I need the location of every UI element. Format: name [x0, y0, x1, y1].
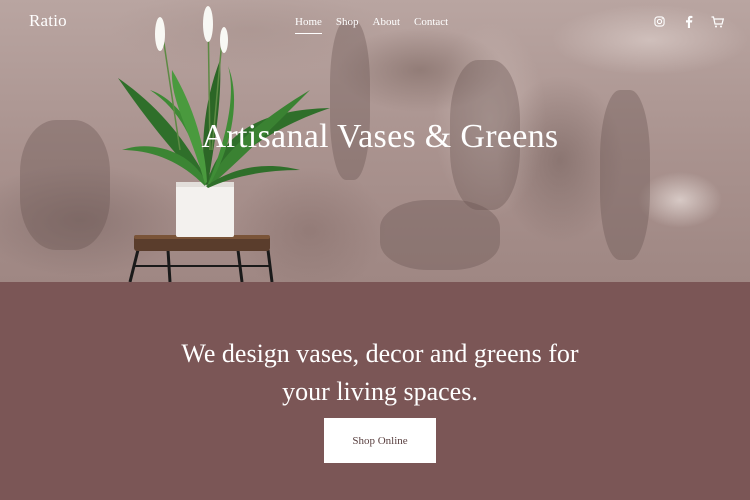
- hero-banner: Ratio Home Shop About Contact Artisanal …: [0, 0, 750, 282]
- shop-online-button[interactable]: Shop Online: [324, 418, 436, 463]
- nav-link-about[interactable]: About: [373, 16, 401, 34]
- hero-title: Artisanal Vases & Greens: [201, 118, 559, 155]
- instagram-icon[interactable]: [653, 15, 666, 28]
- nav-icons: [653, 15, 724, 28]
- intro-tagline-line2: your living spaces.: [282, 377, 478, 406]
- facebook-icon[interactable]: [682, 15, 695, 28]
- intro-tagline-line1: We design vases, decor and greens for: [181, 339, 579, 368]
- nav-link-shop[interactable]: Shop: [336, 16, 359, 34]
- nav-link-contact[interactable]: Contact: [414, 16, 448, 34]
- cart-icon[interactable]: [711, 15, 724, 28]
- top-nav: Ratio Home Shop About Contact: [0, 0, 750, 44]
- wall-texture: [380, 200, 500, 270]
- nav-link-home[interactable]: Home: [295, 16, 322, 34]
- brand-logo[interactable]: Ratio: [29, 11, 67, 31]
- intro-section: We design vases, decor and greens for yo…: [0, 282, 750, 500]
- wall-texture: [600, 90, 650, 260]
- intro-tagline: We design vases, decor and greens for yo…: [0, 335, 750, 411]
- nav-links: Home Shop About Contact: [295, 16, 462, 34]
